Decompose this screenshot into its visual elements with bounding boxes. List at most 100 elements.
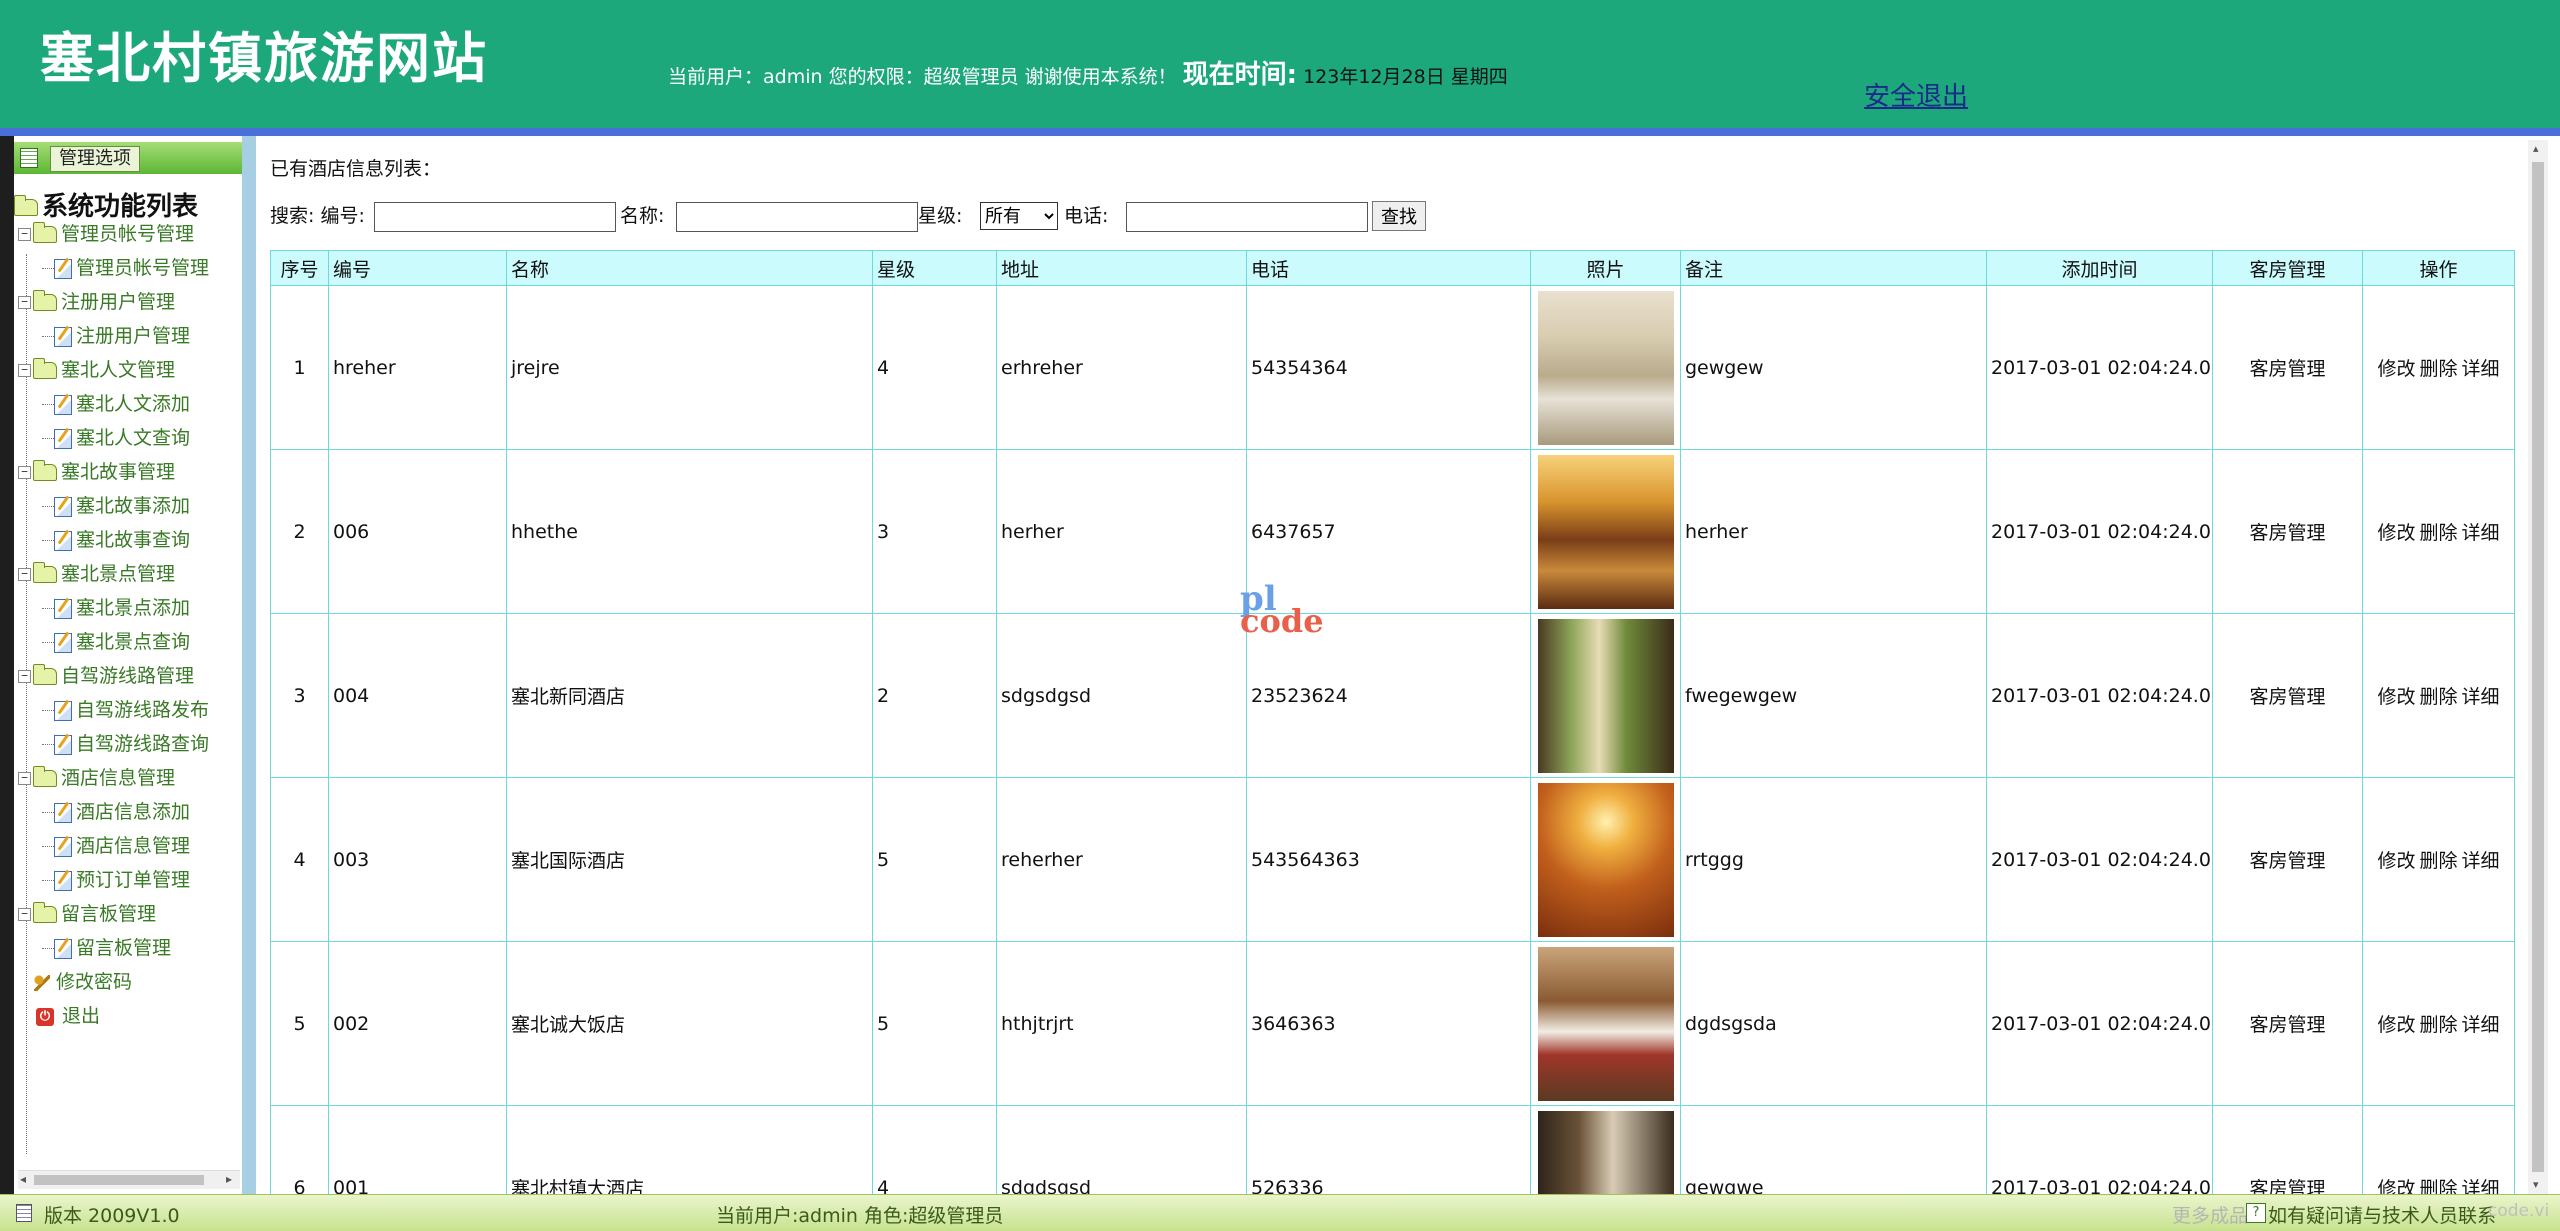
delete-link[interactable]: 删除 [2419, 1178, 2457, 1194]
document-edit-icon [54, 598, 72, 619]
document-edit-icon [54, 496, 72, 517]
menu-item-attractions-query[interactable]: 塞北景点查询 [54, 626, 190, 658]
frame-separator[interactable] [242, 136, 256, 1194]
delete-link[interactable]: 删除 [2419, 522, 2457, 544]
room-manage-link[interactable]: 客房管理 [2212, 941, 2363, 1106]
detail-link[interactable]: 详细 [2462, 850, 2500, 872]
detail-link[interactable]: 详细 [2462, 1178, 2500, 1194]
search-number-input[interactable] [374, 202, 616, 232]
menu-item-culture-query[interactable]: 塞北人文查询 [54, 422, 190, 454]
menu-item-message-board[interactable]: 留言板管理 [54, 932, 171, 964]
table-row: 4 003 塞北国际酒店 5 reherher 543564363 rrtggg… [270, 777, 2515, 942]
collapse-icon[interactable]: − [18, 466, 31, 479]
edit-link[interactable]: 修改 [2377, 358, 2415, 380]
tree-group-attractions[interactable]: − 塞北景点管理 [18, 558, 175, 590]
menu-item-label: 退出 [62, 1005, 101, 1027]
sidebar-horizontal-scrollbar[interactable]: ◂ ▸ [18, 1170, 240, 1189]
scroll-up-arrow-icon[interactable]: ▴ [2533, 142, 2539, 155]
delete-link[interactable]: 删除 [2419, 358, 2457, 380]
collapse-icon[interactable]: − [18, 908, 31, 921]
tree-root[interactable]: 系统功能列表 [14, 186, 198, 222]
detail-link[interactable]: 详细 [2462, 686, 2500, 708]
edit-link[interactable]: 修改 [2377, 522, 2415, 544]
tree-group-registered-users[interactable]: − 注册用户管理 [18, 286, 175, 318]
edit-link[interactable]: 修改 [2377, 1178, 2415, 1194]
menu-item-self-drive-query[interactable]: 自驾游线路查询 [54, 728, 209, 760]
menu-item-booking-orders[interactable]: 预订订单管理 [54, 864, 190, 896]
menu-item-stories-query[interactable]: 塞北故事查询 [54, 524, 190, 556]
room-manage-link[interactable]: 客房管理 [2212, 449, 2363, 614]
cell-number: 002 [328, 941, 507, 1106]
search-phone-input[interactable] [1126, 202, 1368, 232]
document-edit-icon [54, 870, 72, 891]
collapse-icon[interactable]: − [18, 296, 31, 309]
menu-item-label: 塞北景点查询 [76, 631, 191, 653]
collapse-icon[interactable]: − [18, 228, 31, 241]
hotel-photo [1537, 290, 1674, 445]
scroll-left-arrow-icon[interactable]: ◂ [20, 1172, 26, 1186]
collapse-icon[interactable]: − [18, 670, 31, 683]
menu-item-self-drive-publish[interactable]: 自驾游线路发布 [54, 694, 209, 726]
scrollbar-thumb[interactable] [34, 1175, 204, 1185]
delete-link[interactable]: 删除 [2419, 686, 2457, 708]
tree-group-self-drive[interactable]: − 自驾游线路管理 [18, 660, 194, 692]
cell-name: 塞北新同酒店 [506, 613, 873, 778]
main-vertical-scrollbar[interactable]: ▴ ▾ [2528, 140, 2548, 1194]
room-manage-link[interactable]: 客房管理 [2212, 777, 2363, 942]
menu-item-culture-add[interactable]: 塞北人文添加 [54, 388, 190, 420]
menu-item-change-password[interactable]: 修改密码 [34, 966, 132, 998]
delete-link[interactable]: 删除 [2419, 850, 2457, 872]
tree-group-hotel-info[interactable]: − 酒店信息管理 [18, 762, 175, 794]
document-edit-icon [54, 938, 72, 959]
user-name: admin [763, 66, 823, 88]
header-divider [0, 128, 2560, 136]
detail-link[interactable]: 详细 [2462, 1014, 2500, 1036]
collapse-icon[interactable]: − [18, 364, 31, 377]
scroll-right-arrow-icon[interactable]: ▸ [226, 1172, 232, 1186]
column-header: 操作 [2362, 250, 2515, 286]
delete-link[interactable]: 删除 [2419, 1014, 2457, 1036]
menu-item-stories-add[interactable]: 塞北故事添加 [54, 490, 190, 522]
hotel-table: 序号 编号 名称 星级 地址 电话 照片 备注 添加时间 客房管理 操作 1 h… [270, 250, 2515, 1194]
collapse-icon[interactable]: − [18, 772, 31, 785]
cell-address: sdgsdgsd [996, 613, 1247, 778]
column-header: 照片 [1530, 250, 1681, 286]
tree-group-culture[interactable]: − 塞北人文管理 [18, 354, 175, 386]
menu-item-registered-users[interactable]: 注册用户管理 [54, 320, 190, 352]
version-text: 版本 2009V1.0 [44, 1205, 180, 1227]
tree-group-stories[interactable]: − 塞北故事管理 [18, 456, 175, 488]
menu-item-exit[interactable]: ⏻ 退出 [36, 1000, 100, 1032]
folder-open-icon [33, 358, 57, 379]
menu-item-hotel-manage[interactable]: 酒店信息管理 [54, 830, 190, 862]
menu-item-hotel-add[interactable]: 酒店信息添加 [54, 796, 190, 828]
search-star-select[interactable]: 所有 [980, 202, 1058, 230]
search-star-label: 星级: [918, 205, 963, 227]
more-products-text: 更多成品 [2172, 1205, 2249, 1227]
document-edit-icon [54, 700, 72, 721]
edit-link[interactable]: 修改 [2377, 686, 2415, 708]
tree-group-admin-account[interactable]: − 管理员帐号管理 [18, 218, 194, 250]
tree-group-label: 注册用户管理 [61, 291, 176, 313]
collapse-icon[interactable]: − [18, 568, 31, 581]
cell-address: reherher [996, 777, 1247, 942]
logout-link[interactable]: 安全退出 [1864, 76, 1968, 113]
menu-item-admin-account[interactable]: 管理员帐号管理 [54, 252, 209, 284]
menu-options-button[interactable]: 管理选项 [50, 146, 140, 172]
room-manage-link[interactable]: 客房管理 [2212, 613, 2363, 778]
edit-link[interactable]: 修改 [2377, 1014, 2415, 1036]
scrollbar-thumb[interactable] [2532, 162, 2544, 1172]
scroll-down-arrow-icon[interactable]: ▾ [2533, 1178, 2539, 1191]
room-manage-link[interactable]: 客房管理 [2212, 285, 2363, 450]
table-row: 1 hreher jrejre 4 erhreher 54354364 gewg… [270, 285, 2515, 450]
detail-link[interactable]: 详细 [2462, 358, 2500, 380]
room-manage-link[interactable]: 客房管理 [2212, 1105, 2363, 1194]
menu-item-label: 塞北景点添加 [76, 597, 191, 619]
edit-link[interactable]: 修改 [2377, 850, 2415, 872]
detail-link[interactable]: 详细 [2462, 522, 2500, 544]
search-name-input[interactable] [676, 202, 918, 232]
search-button[interactable]: 查找 [1372, 201, 1426, 231]
menu-item-attractions-add[interactable]: 塞北景点添加 [54, 592, 190, 624]
cell-number: 001 [328, 1105, 507, 1194]
table-row: 6 001 塞北村镇大酒店 4 sdgdsgsd 526336 gewgwe 2… [270, 1105, 2515, 1194]
tree-group-message-board[interactable]: − 留言板管理 [18, 898, 156, 930]
